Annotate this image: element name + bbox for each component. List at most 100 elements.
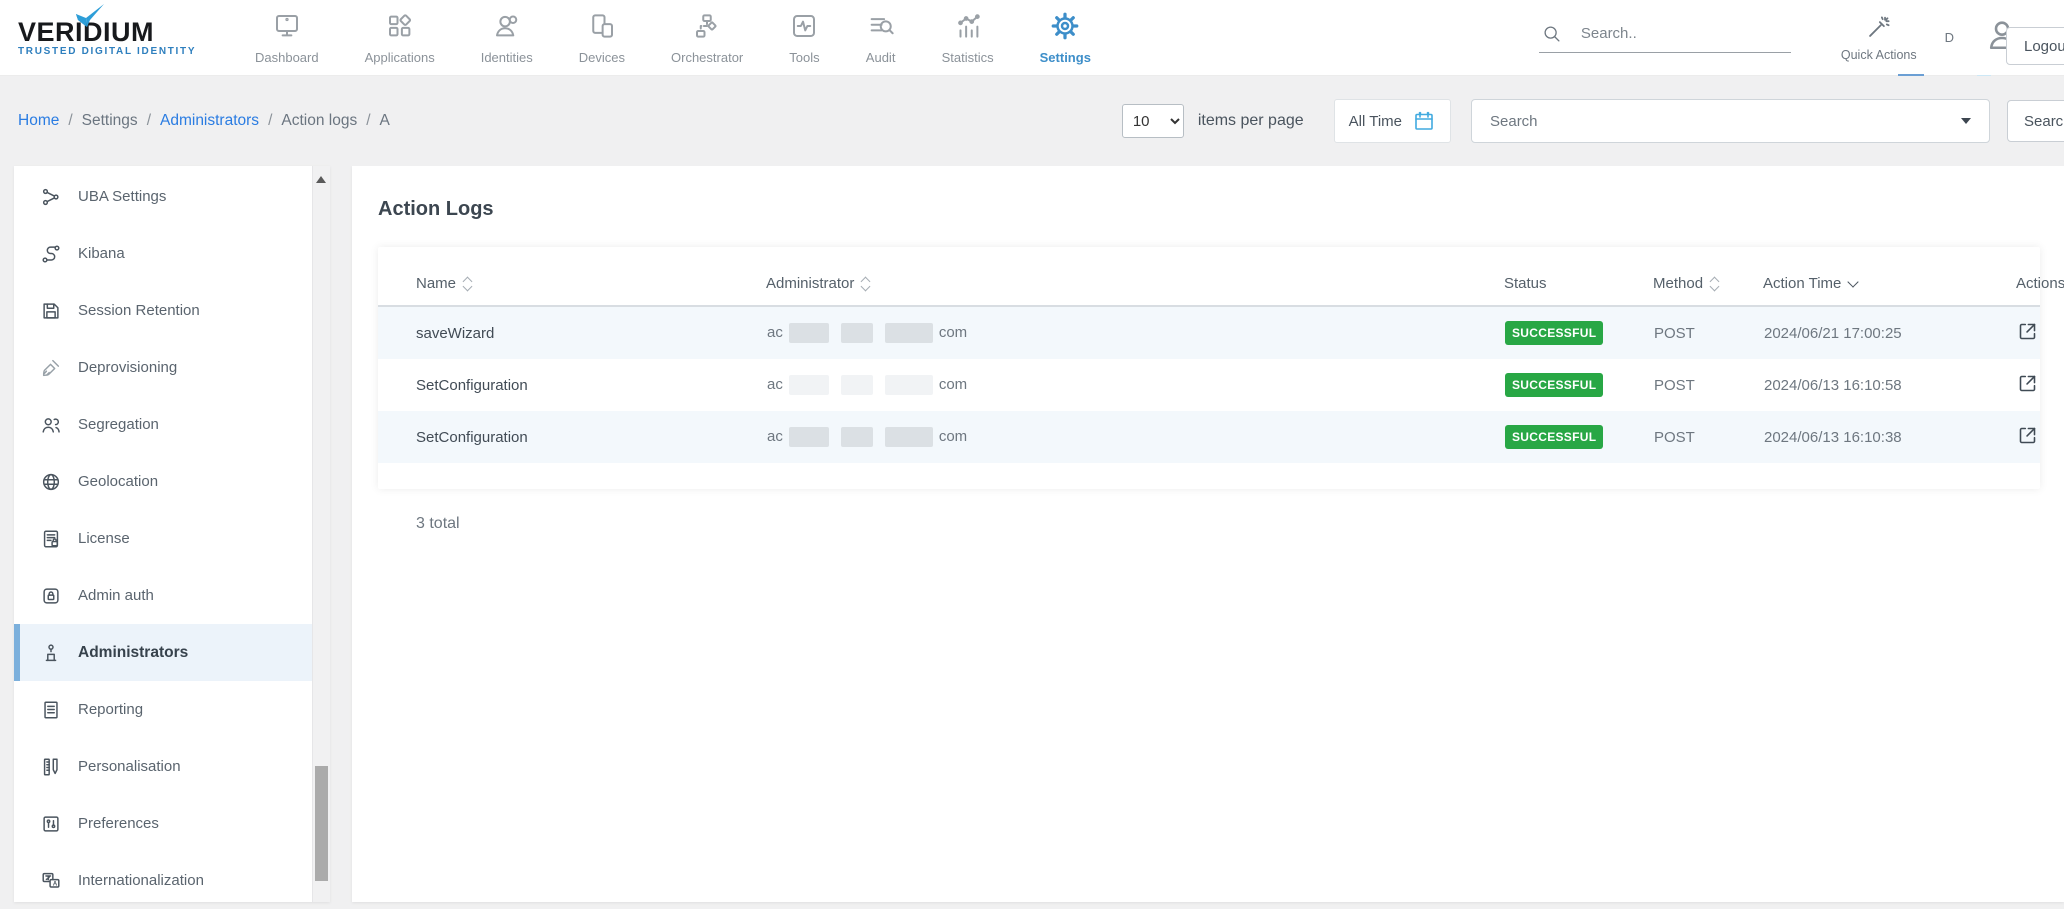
calendar-icon [1412,109,1436,133]
action-logs-panel: Action Logs Name Administrator Status Me… [352,166,2064,902]
admin-text: com [939,428,967,445]
sidebar-item-kibana[interactable]: Kibana [14,225,330,282]
sliders-icon [40,813,62,835]
breadcrumb-administrators[interactable]: Administrators [160,112,259,130]
route-icon [40,243,62,265]
sidebar-item-internationalization[interactable]: A Internationalization [14,852,330,909]
nav-settings[interactable]: Settings [1017,0,1114,75]
sidebar-item-session-retention[interactable]: Session Retention [14,282,330,339]
log-method: POST [1653,359,1763,411]
log-action-time: 2024/06/13 16:10:38 [1763,411,2016,463]
log-name: saveWizard [378,306,766,359]
report-icon [40,699,62,721]
sort-by-method[interactable]: Method [1653,275,1718,292]
logout-button[interactable]: Logout [2006,27,2064,65]
sidebar-item-preferences[interactable]: Preferences [14,795,330,852]
sidebar-item-administrators[interactable]: Administrators [14,624,330,681]
scroll-up-arrow[interactable] [316,176,326,183]
search-field-select[interactable]: Search [1471,99,1990,143]
open-log-icon[interactable] [2017,373,2038,394]
redacted-block [841,323,873,343]
sort-icons [1711,278,1718,290]
license-doc-icon [40,528,62,550]
devices-icon [587,11,617,46]
status-badge: SUCCESSFUL [1505,321,1603,345]
open-log-icon[interactable] [2017,425,2038,446]
admin-text: com [939,376,967,393]
log-name: SetConfiguration [378,359,766,411]
nav-identities[interactable]: Identities [458,0,556,75]
redacted-block [841,427,873,447]
status-badge: SUCCESSFUL [1505,425,1603,449]
log-administrator: ac com [766,306,1504,359]
status-badge: SUCCESSFUL [1505,373,1603,397]
sort-by-action-time[interactable]: Action Time [1763,275,1857,292]
user-initial: D [1945,30,1954,45]
sort-by-name[interactable]: Name [416,275,471,292]
sidebar-item-reporting[interactable]: Reporting [14,681,330,738]
breadcrumb-settings: Settings [82,112,138,130]
log-name: SetConfiguration [378,411,766,463]
statistics-icon [953,11,983,46]
nav-devices[interactable]: Devices [556,0,648,75]
breadcrumb-action-logs: Action logs [281,112,357,130]
sidebar-item-personalisation[interactable]: Personalisation [14,738,330,795]
table-row: SetConfiguration ac com SUCCESSFUL POST 2… [378,411,2040,463]
search-icon [1541,23,1563,45]
sort-icons [862,278,869,290]
redacted-block [841,375,873,395]
orchestrator-icon [692,11,722,46]
sidebar-item-segregation[interactable]: Segregation [14,396,330,453]
svg-text:A: A [53,881,58,887]
audit-icon [866,11,896,46]
nav-dashboard[interactable]: Dashboard [232,0,342,75]
sidebar-scrollbar[interactable] [312,166,330,902]
sidebar-item-uba-settings[interactable]: UBA Settings [14,168,330,225]
translate-icon: A [40,870,62,892]
administrator-icon [40,642,62,664]
nav-orchestrator[interactable]: Orchestrator [648,0,766,75]
total-count: 3 total [416,515,2040,533]
scrollbar-thumb[interactable] [315,766,328,881]
admin-text: ac [767,324,783,341]
search-button[interactable]: Search [2007,100,2064,142]
page-size-select[interactable]: 10 [1122,104,1184,138]
users-icon [40,414,62,436]
globe-icon [40,471,62,493]
nav-tools[interactable]: Tools [766,0,842,75]
items-per-page-label: items per page [1198,112,1304,130]
tools-icon [789,11,819,46]
brand-text: VERIDIUM [18,19,198,45]
sidebar-item-license[interactable]: License [14,510,330,567]
page-title: Action Logs [378,198,2040,221]
admin-text: com [939,324,967,341]
open-log-icon[interactable] [2017,321,2038,342]
column-status: Status [1504,275,1547,292]
nav-applications[interactable]: Applications [342,0,458,75]
nav-audit[interactable]: Audit [843,0,919,75]
admin-text: ac [767,428,783,445]
sidebar-item-admin-auth[interactable]: Admin auth [14,567,330,624]
sort-desc-icon [1848,276,1859,287]
veridium-logo: VERIDIUM TRUSTED DIGITAL IDENTITY [18,19,198,57]
column-actions: Actions [2016,275,2064,292]
breadcrumb-home[interactable]: Home [18,112,59,130]
sort-by-administrator[interactable]: Administrator [766,275,869,292]
settings-sidebar: UBA Settings Kibana Session Retention De… [14,166,330,902]
magic-wand-icon [1865,14,1892,41]
applications-icon [385,11,415,46]
sidebar-item-deprovisioning[interactable]: Deprovisioning [14,339,330,396]
admin-text: ac [767,376,783,393]
log-method: POST [1653,306,1763,359]
nav-statistics[interactable]: Statistics [919,0,1017,75]
app-header: VERIDIUM TRUSTED DIGITAL IDENTITY Dashbo… [0,0,2064,76]
broom-icon [40,357,62,379]
time-filter-button[interactable]: All Time [1334,99,1451,143]
table-row: saveWizard accom SUCCESSFUL POST 2024/06… [378,306,2040,359]
sidebar-item-geolocation[interactable]: Geolocation [14,453,330,510]
global-search-input[interactable] [1579,24,1791,43]
quick-actions-button[interactable]: Quick Actions [1841,14,1917,62]
chevron-down-icon [1961,118,1971,124]
log-method: POST [1653,411,1763,463]
header-right: Quick Actions D [1539,14,2064,62]
